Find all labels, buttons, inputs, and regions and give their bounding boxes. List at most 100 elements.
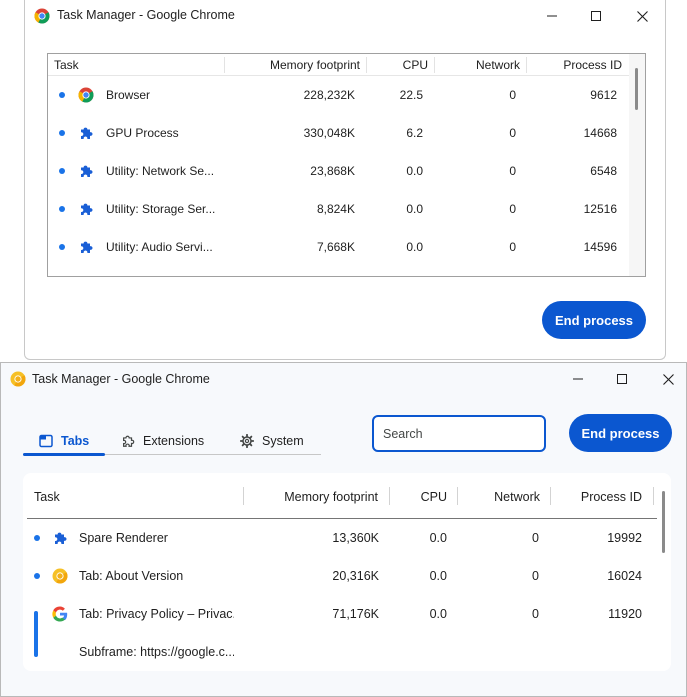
process-id-value: 9612	[590, 88, 617, 102]
row-bullet	[34, 573, 40, 579]
memory-value: 330,048K	[303, 126, 355, 140]
memory-value: 20,316K	[332, 569, 379, 583]
table-row[interactable]: Tab: Privacy Policy – Privac... 71,176K …	[23, 597, 657, 635]
maximize-button[interactable]	[600, 367, 644, 391]
close-button[interactable]	[646, 367, 687, 391]
column-header-task[interactable]: Task	[34, 490, 60, 504]
close-button[interactable]	[620, 4, 664, 28]
process-id-value: 16024	[607, 569, 642, 583]
tab-label: Extensions	[143, 434, 205, 448]
memory-value: 7,668K	[316, 240, 355, 254]
title-bar[interactable]: Task Manager - Google Chrome	[1, 363, 686, 395]
vertical-scrollbar[interactable]	[657, 473, 671, 671]
network-value: 0	[509, 240, 516, 254]
process-id-value: 12516	[583, 202, 617, 216]
process-id-value: 14596	[583, 240, 617, 254]
end-process-button[interactable]: End process	[542, 301, 646, 339]
tab-divider	[105, 454, 321, 455]
chrome-yellow-icon	[10, 371, 26, 387]
table-row[interactable]: Utility: Network Se... 23,868K 0.0 0 654…	[48, 152, 629, 190]
network-value: 0	[532, 569, 539, 583]
column-header-network[interactable]: Network	[438, 58, 520, 72]
chrome-icon	[34, 8, 50, 24]
table-row[interactable]: Subframe: https://google.c...	[23, 635, 657, 671]
active-tab-indicator	[23, 453, 105, 456]
process-id-value: 14668	[583, 126, 617, 140]
task-name: GPU Process	[106, 126, 179, 140]
google-g-icon	[52, 606, 68, 622]
vertical-scrollbar[interactable]	[629, 54, 645, 276]
puzzle-piece-icon	[78, 125, 94, 141]
tab-label: System	[262, 434, 304, 448]
minimize-button[interactable]	[530, 4, 574, 28]
table-row[interactable]: Tab: About Version 20,316K 0.0 0 16024	[23, 559, 657, 597]
scrollbar-thumb[interactable]	[662, 491, 665, 553]
column-header-process-id[interactable]: Process ID	[554, 490, 642, 504]
task-name: Utility: Network Se...	[106, 164, 215, 178]
tab-tabs[interactable]: Tabs	[39, 427, 89, 455]
puzzle-piece-icon	[52, 530, 68, 546]
search-input[interactable]	[372, 415, 546, 452]
network-value: 0	[532, 531, 539, 545]
title-bar[interactable]: Task Manager - Google Chrome	[25, 0, 665, 32]
memory-value: 228,232K	[303, 88, 355, 102]
puzzle-piece-icon	[78, 201, 94, 217]
row-bullet	[59, 130, 65, 136]
memory-value: 13,360K	[332, 531, 379, 545]
column-header-process-id[interactable]: Process ID	[530, 58, 622, 72]
minimize-button[interactable]	[556, 367, 600, 391]
task-name: Tab: Privacy Policy – Privac...	[79, 607, 234, 621]
network-value: 0	[509, 126, 516, 140]
table-row[interactable]: Browser 228,232K 22.5 0 9612	[48, 76, 629, 114]
chrome-yellow-icon	[52, 568, 68, 584]
task-name: Spare Renderer	[79, 531, 168, 545]
network-value: 0	[509, 202, 516, 216]
column-header-memory[interactable]: Memory footprint	[228, 58, 360, 72]
cpu-value: 22.5	[399, 88, 423, 102]
row-bullet	[59, 92, 65, 98]
row-bullet	[59, 168, 65, 174]
process-table: Task Memory footprint CPU Network Proces…	[23, 473, 671, 671]
tab-label: Tabs	[61, 434, 90, 448]
column-header-cpu[interactable]: CPU	[393, 490, 447, 504]
network-value: 0	[509, 88, 516, 102]
chrome-icon	[78, 87, 94, 103]
process-table: Task Memory footprint CPU Network Proces…	[47, 53, 646, 277]
minimize-icon	[547, 15, 557, 17]
task-manager-window: Task Manager - Google Chrome Tabs Extens…	[0, 362, 687, 697]
task-name: Tab: About Version	[79, 569, 184, 583]
task-name: Subframe: https://google.c...	[79, 645, 234, 659]
task-manager-window-legacy: Task Manager - Google Chrome Task Memory…	[24, 0, 666, 360]
column-header-task[interactable]: Task	[54, 58, 79, 72]
cpu-value: 0.0	[406, 202, 423, 216]
table-row[interactable]: Utility: Storage Ser... 8,824K 0.0 0 125…	[48, 190, 629, 228]
cpu-value: 0.0	[429, 607, 447, 621]
extension-icon	[123, 435, 135, 447]
network-value: 0	[532, 607, 539, 621]
row-bullet	[59, 206, 65, 212]
close-icon	[662, 373, 674, 385]
tab-system[interactable]: System	[240, 427, 304, 455]
scrollbar-thumb[interactable]	[635, 68, 638, 110]
table-row[interactable]: Utility: Audio Servi... 7,668K 0.0 0 145…	[48, 228, 629, 266]
tab-icon	[39, 434, 53, 448]
column-header-network[interactable]: Network	[461, 490, 540, 504]
end-process-button[interactable]: End process	[569, 414, 672, 452]
process-id-value: 11920	[608, 607, 642, 621]
process-id-value: 19992	[607, 531, 642, 545]
tab-extensions[interactable]: Extensions	[121, 427, 204, 455]
table-row[interactable]: GPU Process 330,048K 6.2 0 14668	[48, 114, 629, 152]
row-bullet	[59, 244, 65, 250]
maximize-button[interactable]	[574, 4, 618, 28]
memory-value: 23,868K	[310, 164, 355, 178]
cpu-value: 0.0	[429, 531, 447, 545]
close-icon	[636, 10, 648, 22]
column-header-cpu[interactable]: CPU	[370, 58, 428, 72]
maximize-icon	[591, 11, 601, 21]
puzzle-piece-icon	[78, 163, 94, 179]
window-title: Task Manager - Google Chrome	[32, 372, 210, 386]
puzzle-piece-icon	[78, 239, 94, 255]
table-row[interactable]: Spare Renderer 13,360K 0.0 0 19992	[23, 521, 657, 559]
memory-value: 71,176K	[332, 607, 379, 621]
column-header-memory[interactable]: Memory footprint	[247, 490, 378, 504]
